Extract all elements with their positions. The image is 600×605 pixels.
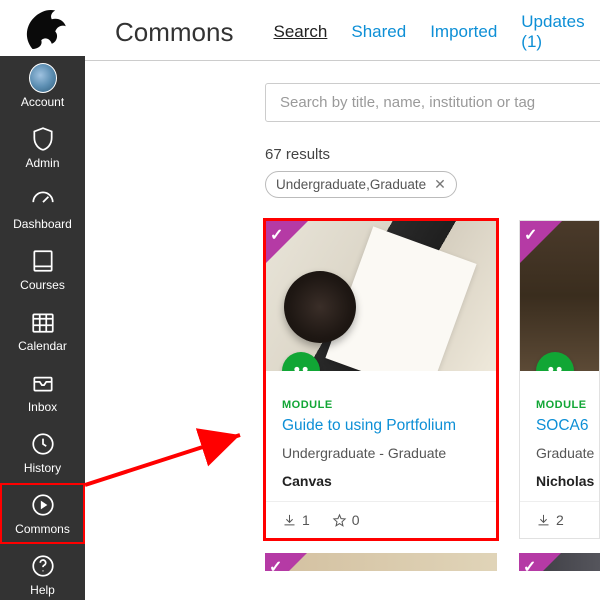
commons-header: Commons Search Shared Imported Updates (… — [85, 12, 600, 61]
book-icon — [29, 247, 57, 275]
check-icon: ✓ — [523, 557, 536, 571]
download-icon — [536, 513, 551, 528]
inbox-icon — [29, 369, 57, 397]
selected-corner: ✓ — [520, 221, 562, 263]
download-icon — [282, 513, 297, 528]
module-type-icon — [282, 352, 320, 371]
institution-logo[interactable] — [0, 0, 85, 56]
module-type-icon — [536, 352, 574, 371]
shield-icon — [29, 125, 57, 153]
check-icon: ✓ — [524, 225, 537, 245]
result-card[interactable]: ✓ MODULE Guide to using Portfolium Under… — [265, 220, 497, 539]
nav-label: Commons — [15, 522, 70, 536]
nav-label: Inbox — [28, 400, 57, 414]
clock-icon — [29, 430, 57, 458]
tab-imported[interactable]: Imported — [430, 22, 497, 42]
result-card-peek[interactable]: ✓ — [519, 553, 600, 571]
card-footer: 1 0 — [266, 501, 496, 538]
nav-help[interactable]: Help — [0, 544, 85, 605]
downloads-stat: 2 — [536, 512, 564, 528]
help-icon — [29, 552, 57, 580]
card-thumbnail: ✓ — [520, 221, 599, 371]
check-icon: ✓ — [270, 225, 283, 245]
stars-stat: 0 — [332, 512, 360, 528]
tab-updates[interactable]: Updates (1) — [521, 12, 600, 52]
tab-shared[interactable]: Shared — [351, 22, 406, 42]
check-icon: ✓ — [269, 557, 282, 571]
nav-courses[interactable]: Courses — [0, 239, 85, 300]
nav-label: Calendar — [18, 339, 67, 353]
results-grid: ✓ MODULE Guide to using Portfolium Under… — [265, 220, 600, 539]
nav-history[interactable]: History — [0, 422, 85, 483]
star-icon — [332, 513, 347, 528]
nav-commons[interactable]: Commons — [0, 483, 85, 544]
card-kicker: MODULE — [282, 399, 480, 411]
card-author: Canvas — [282, 473, 480, 489]
card-title[interactable]: SOCA6 — [536, 417, 583, 435]
card-kicker: MODULE — [536, 399, 583, 411]
search-input[interactable] — [265, 83, 600, 122]
nav-label: Dashboard — [13, 217, 72, 231]
close-icon[interactable]: ✕ — [434, 176, 446, 193]
gauge-icon — [29, 186, 57, 214]
nav-label: Help — [30, 583, 55, 597]
commons-icon — [29, 491, 57, 519]
nav-label: Courses — [20, 278, 65, 292]
card-title[interactable]: Guide to using Portfolium — [282, 417, 480, 435]
card-thumbnail: ✓ — [266, 221, 496, 371]
nav-label: History — [24, 461, 61, 475]
main-content: Commons Search Shared Imported Updates (… — [85, 0, 600, 600]
card-subtitle: Undergraduate - Graduate — [282, 445, 480, 461]
selected-corner: ✓ — [266, 221, 308, 263]
nav-inbox[interactable]: Inbox — [0, 361, 85, 422]
nav-label: Account — [21, 95, 64, 109]
results-count: 67 results — [265, 146, 600, 163]
tab-search[interactable]: Search — [273, 22, 327, 42]
avatar-icon — [29, 64, 57, 92]
page-title: Commons — [115, 17, 233, 48]
downloads-stat: 1 — [282, 512, 310, 528]
calendar-icon — [29, 308, 57, 336]
card-subtitle: Graduate — [536, 445, 583, 461]
filter-chip[interactable]: Undergraduate,Graduate ✕ — [265, 171, 457, 198]
result-card-peek[interactable]: ✓ — [265, 553, 497, 571]
nav-account[interactable]: Account — [0, 56, 85, 117]
card-author: Nicholas — [536, 473, 583, 489]
nav-admin[interactable]: Admin — [0, 117, 85, 178]
nav-dashboard[interactable]: Dashboard — [0, 178, 85, 239]
filter-chip-label: Undergraduate,Graduate — [276, 177, 426, 192]
result-card[interactable]: ✓ MODULE SOCA6 Graduate Nicholas — [519, 220, 600, 539]
global-nav: Account Admin Dashboard Courses Calendar… — [0, 0, 85, 600]
nav-calendar[interactable]: Calendar — [0, 300, 85, 361]
nav-label: Admin — [25, 156, 59, 170]
card-footer: 2 — [520, 501, 599, 538]
